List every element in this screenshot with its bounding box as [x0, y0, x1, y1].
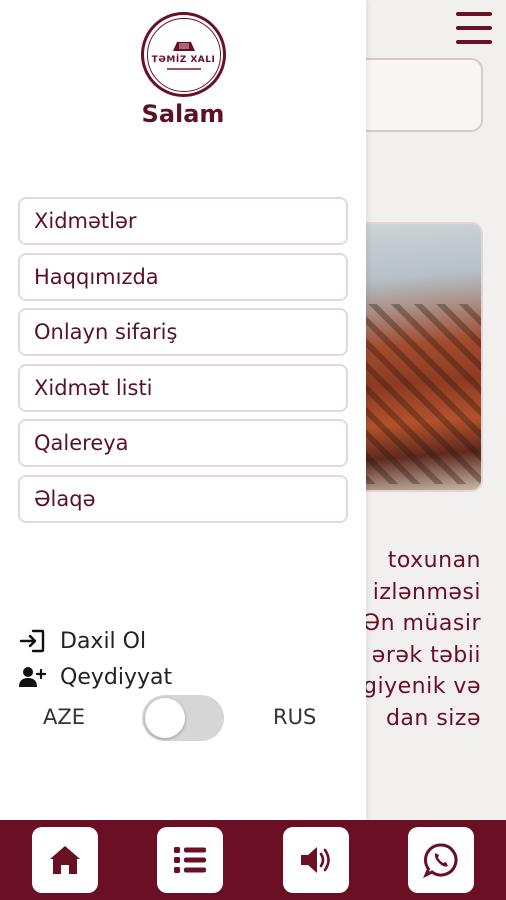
home-button[interactable]	[32, 827, 98, 893]
whatsapp-button[interactable]	[408, 827, 474, 893]
language-rus-label: RUS	[273, 705, 317, 729]
menu-item-contact[interactable]: Əlaqə	[18, 474, 348, 523]
menu-item-service-list[interactable]: Xidmət listi	[18, 363, 348, 412]
hamburger-menu-icon[interactable]	[456, 12, 492, 44]
carpet-logo-icon	[172, 42, 195, 51]
greeting-title: Salam	[141, 100, 225, 128]
language-switcher: AZE RUS	[0, 695, 366, 743]
drawer-menu: Xidmətlər Haqqımızda Onlayn sifariş Xidm…	[18, 197, 348, 531]
hamburger-line	[456, 40, 492, 44]
menu-item-label: Xidmətlər	[34, 209, 137, 233]
menu-item-label: Onlayn sifariş	[34, 320, 178, 345]
menu-item-online-order[interactable]: Onlayn sifariş	[18, 308, 348, 357]
sign-in-icon	[19, 629, 45, 653]
brand-logo: TƏMİZ XALI	[141, 12, 226, 97]
sound-button[interactable]	[283, 827, 349, 893]
hamburger-line	[456, 12, 492, 16]
volume-icon	[301, 847, 330, 873]
menu-item-services[interactable]: Xidmətlər	[18, 197, 348, 245]
home-icon	[50, 846, 80, 874]
menu-item-label: Xidmət listi	[34, 375, 153, 400]
login-link[interactable]: Daxil Ol	[18, 628, 146, 654]
list-button[interactable]	[157, 827, 223, 893]
logo-inner-ring: TƏMİZ XALI	[146, 17, 221, 92]
bottom-navigation-bar	[0, 820, 506, 900]
login-label: Daxil Ol	[60, 628, 147, 654]
register-label: Qeydiyyat	[60, 664, 173, 690]
language-aze-label: AZE	[43, 705, 86, 729]
logo-tagline	[166, 68, 201, 70]
add-user-icon	[19, 667, 46, 687]
whatsapp-icon	[423, 843, 458, 879]
toggle-knob	[145, 698, 185, 738]
language-toggle[interactable]	[142, 695, 224, 741]
menu-item-about[interactable]: Haqqımızda	[18, 252, 348, 301]
menu-item-gallery[interactable]: Qalereya	[18, 419, 348, 468]
register-link[interactable]: Qeydiyyat	[18, 664, 172, 690]
hamburger-line	[456, 26, 492, 30]
logo-brand-text: TƏMİZ XALI	[151, 55, 216, 65]
list-icon	[174, 847, 206, 873]
menu-item-label: Qalereya	[34, 431, 129, 456]
menu-item-label: Əlaqə	[34, 486, 96, 511]
navigation-drawer: TƏMİZ XALI Salam Xidmətlər Haqqımızda On…	[0, 0, 366, 820]
menu-item-label: Haqqımızda	[34, 264, 159, 289]
